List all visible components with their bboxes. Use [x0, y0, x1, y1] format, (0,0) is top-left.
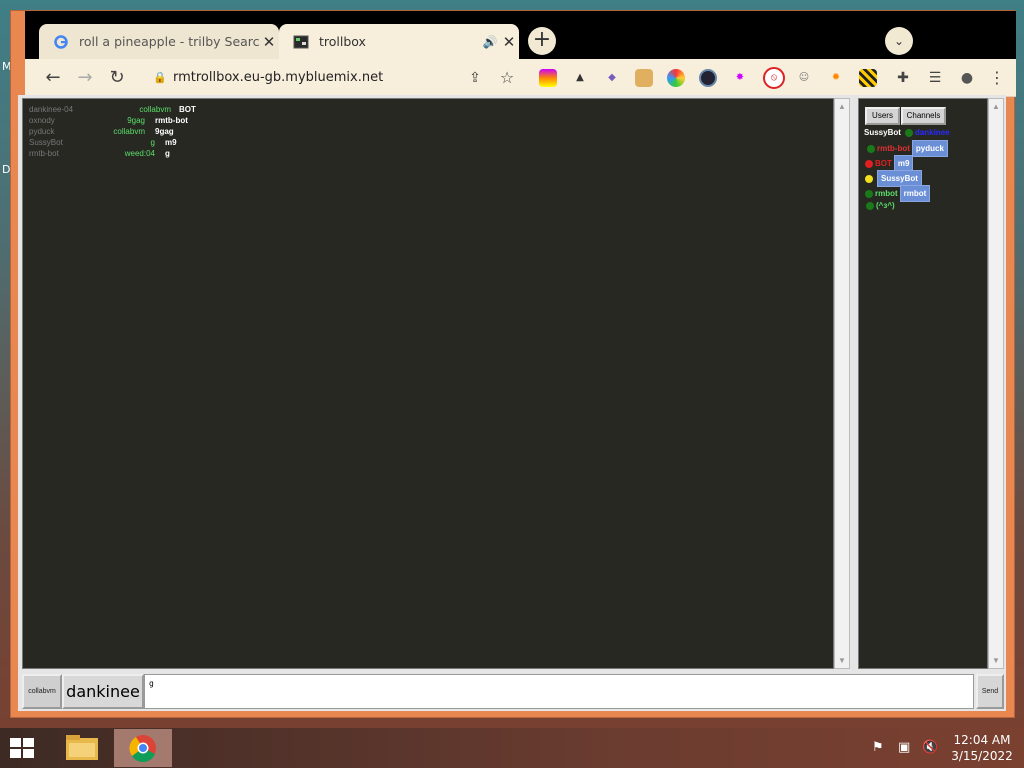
send-button[interactable]: Send	[976, 674, 1004, 709]
user-entry[interactable]: SussyBot dankinee	[864, 128, 950, 137]
chat-message: pyduck collabvm 9gag	[29, 127, 174, 138]
scroll-down-icon[interactable]: ▼	[992, 656, 1000, 665]
message-text: 9gag	[155, 127, 174, 136]
message-nick: collabvm	[139, 105, 171, 114]
ext-doge[interactable]	[635, 69, 653, 87]
composer-bar: collabvm dankinee g Send	[18, 672, 1006, 711]
playlist-icon[interactable]: ☰	[923, 66, 947, 90]
taskbar: ⚑ ▣ 🔇 12:04 AM 3/15/2022	[0, 728, 1024, 768]
ext-compass[interactable]	[699, 69, 717, 87]
clock-time: 12:04 AM	[953, 733, 1011, 747]
flag-icon[interactable]: ⚑	[872, 740, 884, 768]
reload-icon[interactable]: ↻	[105, 66, 129, 90]
sidebar-scrollbar[interactable]: ▲ ▼	[988, 98, 1004, 669]
chat-scrollbar[interactable]: ▲ ▼	[834, 98, 850, 669]
trollbox-icon	[293, 34, 309, 50]
ext-face[interactable]: ☺	[795, 69, 813, 87]
ext-bee[interactable]	[859, 69, 877, 87]
status-dot	[865, 189, 873, 198]
channels-button[interactable]: Channels	[901, 107, 946, 125]
file-explorer-icon[interactable]	[53, 729, 111, 767]
tab-trollbox[interactable]: trollbox 🔊 ✕	[279, 24, 519, 59]
ext-hat[interactable]: ▲	[571, 69, 589, 87]
chat-log: dankinee-04 collabvm BOT oxnody 9gag rmt…	[22, 98, 834, 669]
chat-message: rmtb-bot weed:04 g	[29, 149, 170, 160]
new-tab-button[interactable]: +	[528, 27, 556, 55]
users-button[interactable]: Users	[865, 107, 900, 125]
status-dot	[865, 159, 873, 168]
clock-date: 3/15/2022	[951, 749, 1013, 763]
google-icon	[53, 34, 69, 50]
message-nick: 9gag	[127, 116, 145, 125]
status-dot	[866, 201, 874, 210]
user-name: SussyBot	[864, 128, 901, 137]
ext-invader[interactable]: ◆	[603, 69, 621, 87]
user-tag: pyduck	[911, 140, 948, 157]
url-text: rmtrollbox.eu-gb.mybluemix.net	[173, 70, 384, 85]
ext-colorwheel[interactable]	[667, 69, 685, 87]
message-input[interactable]: g	[144, 674, 974, 709]
user-name: rmtb-bot	[877, 144, 910, 153]
menu-icon[interactable]: ⋮	[985, 66, 1009, 90]
chat-message: dankinee-04 collabvm BOT	[29, 105, 196, 116]
star-icon[interactable]: ☆	[495, 66, 519, 90]
status-dot	[867, 144, 875, 153]
nickname-button[interactable]: dankinee	[62, 674, 144, 709]
ext-burst[interactable]: ✸	[731, 69, 749, 87]
chat-message: oxnody 9gag rmtb-bot	[29, 116, 188, 127]
message-nick: collabvm	[113, 127, 145, 136]
tab-title: roll a pineapple - trilby Search	[79, 34, 259, 49]
scroll-up-icon[interactable]: ▲	[838, 102, 846, 111]
network-icon[interactable]: ▣	[898, 740, 910, 768]
message-nick: weed:04	[124, 149, 155, 158]
tab-title: trollbox	[319, 34, 366, 49]
user-entry[interactable]: rmbot rmbot	[865, 185, 931, 202]
message-text: m9	[165, 138, 177, 147]
user-name: dankinee	[914, 128, 950, 137]
user-entry[interactable]: (^з^)	[866, 201, 895, 210]
ext-sun[interactable]: ✹	[827, 69, 845, 87]
forward-icon[interactable]: →	[73, 66, 97, 90]
close-icon[interactable]: ✕	[499, 33, 519, 51]
profile-icon[interactable]: ●	[955, 66, 979, 90]
tab-search[interactable]: roll a pineapple - trilby Search ✕	[39, 24, 279, 59]
speaker-icon[interactable]: 🔊	[481, 35, 499, 49]
status-dot	[865, 174, 873, 183]
chrome-taskbar-icon[interactable]	[114, 729, 172, 767]
tab-strip: roll a pineapple - trilby Search ✕ troll…	[25, 11, 1016, 59]
scroll-down-icon[interactable]: ▼	[838, 656, 846, 665]
user-name: (^з^)	[876, 201, 895, 210]
lock-icon: 🔒	[153, 71, 167, 84]
message-text: rmtb-bot	[155, 116, 188, 125]
ext-block[interactable]: ⦸	[763, 67, 785, 89]
message-text: BOT	[179, 105, 196, 114]
message-text: g	[165, 149, 170, 158]
puzzle-icon[interactable]: ✚	[891, 66, 915, 90]
room-button[interactable]: collabvm	[22, 674, 62, 709]
status-dot	[904, 128, 913, 137]
volume-muted-icon[interactable]: 🔇	[922, 740, 938, 768]
toolbar: ← → ↻ 🔒 rmtrollbox.eu-gb.mybluemix.net ⇪…	[25, 59, 1016, 97]
trollbox-page: dankinee-04 collabvm BOT oxnody 9gag rmt…	[18, 95, 1006, 711]
user-sidebar: Users Channels SussyBot dankinee rmtb-bo…	[858, 98, 988, 669]
ext-rainbow[interactable]	[539, 69, 557, 87]
close-icon[interactable]: ✕	[259, 33, 279, 51]
message-nick: g	[150, 138, 155, 147]
clock[interactable]: 12:04 AM 3/15/2022	[950, 728, 1014, 768]
chat-message: SussyBot g m9	[29, 138, 177, 149]
back-icon[interactable]: ←	[41, 66, 65, 90]
user-name: BOT	[875, 159, 892, 168]
windows-start-icon[interactable]	[8, 736, 38, 762]
share-icon[interactable]: ⇪	[463, 66, 487, 90]
user-name: rmbot	[875, 189, 898, 198]
scroll-up-icon[interactable]: ▲	[992, 102, 1000, 111]
user-tag: rmbot	[899, 185, 931, 202]
chevron-down-icon[interactable]: ⌄	[885, 27, 913, 55]
